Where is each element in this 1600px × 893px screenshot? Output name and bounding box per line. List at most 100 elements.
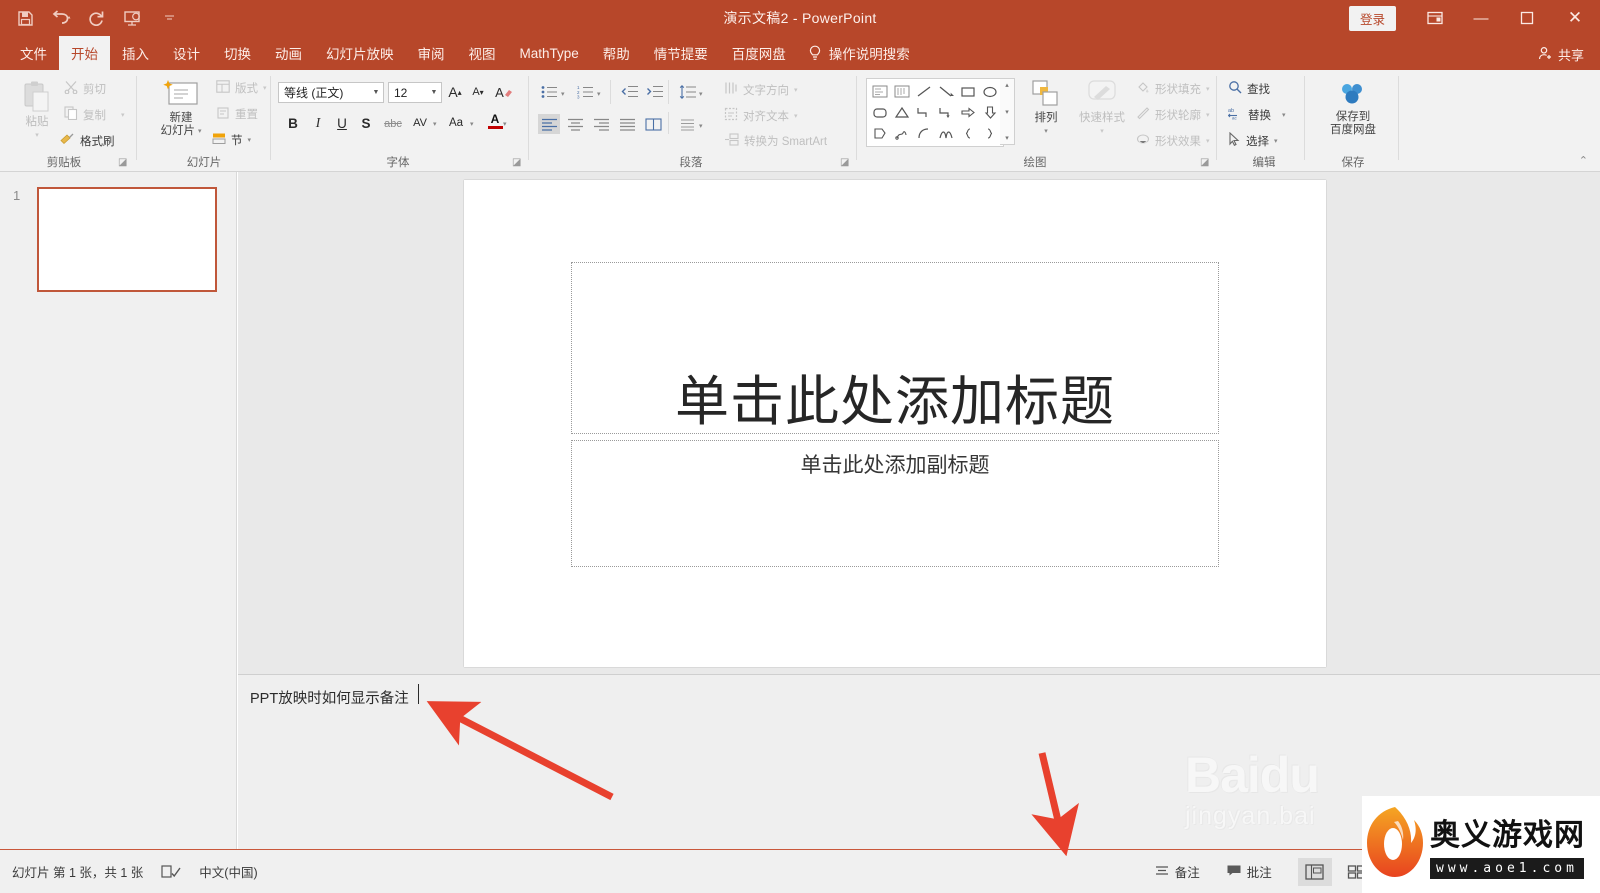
gallery-more-icon[interactable]: ▾ (1005, 134, 1009, 142)
minimize-button[interactable]: — (1458, 0, 1504, 36)
shape-line-icon[interactable] (913, 81, 935, 102)
character-spacing-chevron-down-icon[interactable]: ▾ (433, 120, 437, 128)
shape-fill-button[interactable]: 形状填充 ▾ (1136, 80, 1210, 97)
decrease-font-size-button[interactable]: A ▾ (467, 81, 489, 103)
gallery-scroll-down-icon[interactable]: ▾ (1005, 108, 1009, 116)
quick-styles-chevron-down-icon[interactable]: ▾ (1100, 125, 1104, 138)
change-case-button[interactable]: Aa (444, 112, 468, 134)
numbering-chevron-down-icon[interactable]: ▾ (597, 90, 601, 98)
shape-oval-icon[interactable] (979, 81, 1001, 102)
increase-indent-button[interactable] (643, 82, 665, 102)
select-chevron-down-icon[interactable]: ▾ (1274, 137, 1278, 145)
tab-insert[interactable]: 插入 (110, 36, 161, 70)
bullets-button[interactable] (538, 82, 560, 102)
normal-view-button[interactable] (1297, 857, 1332, 886)
shape-right-arrow-icon[interactable] (957, 102, 979, 123)
section-chevron-down-icon[interactable]: ▾ (248, 136, 252, 144)
clipboard-dialog-launcher[interactable]: ◪ (118, 157, 129, 168)
title-placeholder[interactable]: 单击此处添加标题 (571, 262, 1219, 434)
collapse-ribbon-icon[interactable]: ⌃ (1579, 154, 1588, 167)
sign-in-button[interactable]: 登录 (1348, 5, 1396, 31)
shape-elbow-connector-icon[interactable] (913, 102, 935, 123)
new-slide-chevron-down-icon[interactable]: ▾ (198, 125, 202, 138)
arrange-button[interactable]: 排列 ▾ (1022, 78, 1070, 138)
arrange-chevron-down-icon[interactable]: ▾ (1044, 125, 1048, 138)
italic-button[interactable]: I (307, 112, 329, 134)
clear-formatting-button[interactable]: A (493, 81, 515, 103)
shape-effects-chevron-down-icon[interactable]: ▾ (1206, 137, 1210, 145)
layout-button[interactable]: 版式 ▾ (216, 80, 267, 96)
shape-rectangle-icon[interactable] (957, 81, 979, 102)
font-size-chevron-down-icon[interactable]: ▼ (427, 89, 441, 96)
shapes-gallery-scrollbar[interactable]: ▴ ▾ ▾ (1000, 78, 1015, 145)
text-columns-button[interactable] (676, 114, 698, 134)
paste-button[interactable]: 粘贴 ▾ (14, 80, 60, 142)
shape-outline-chevron-down-icon[interactable]: ▾ (1206, 111, 1210, 119)
bold-button[interactable]: B (282, 112, 304, 134)
tab-view[interactable]: 视图 (457, 36, 508, 70)
text-shadow-button[interactable]: S (355, 112, 377, 134)
shape-down-arrow-icon[interactable] (979, 102, 1001, 123)
slide-canvas[interactable]: 单击此处添加标题 单击此处添加副标题 (464, 180, 1326, 667)
underline-button[interactable]: U (331, 112, 353, 134)
strikethrough-button[interactable]: abc (379, 113, 407, 135)
gallery-scroll-up-icon[interactable]: ▴ (1005, 81, 1009, 89)
spellcheck-icon[interactable] (161, 864, 181, 880)
align-right-button[interactable] (590, 114, 612, 134)
tab-mathtype[interactable]: MathType (508, 36, 591, 70)
shape-fill-chevron-down-icon[interactable]: ▾ (1206, 85, 1210, 93)
paste-chevron-down-icon[interactable]: ▾ (35, 129, 39, 142)
align-text-chevron-down-icon[interactable]: ▾ (794, 112, 798, 120)
shape-triangle-icon[interactable] (891, 102, 913, 123)
bullets-chevron-down-icon[interactable]: ▾ (561, 90, 565, 98)
text-direction-chevron-down-icon[interactable]: ▾ (794, 86, 798, 94)
align-text-button[interactable]: 对齐文本 ▾ (724, 107, 798, 124)
maximize-button[interactable] (1504, 0, 1550, 36)
font-size-input[interactable]: 12 ▼ (388, 82, 442, 103)
align-center-button[interactable] (564, 114, 586, 134)
font-color-chevron-down-icon[interactable]: ▾ (503, 120, 507, 128)
share-button[interactable]: 共享 (1538, 45, 1584, 64)
tab-slideshow[interactable]: 幻灯片放映 (314, 36, 406, 70)
align-left-button[interactable] (538, 114, 560, 134)
cut-button[interactable]: 剪切 (64, 80, 106, 97)
format-painter-button[interactable]: 格式刷 (60, 132, 115, 149)
shape-arc-icon[interactable] (913, 123, 935, 144)
tab-animations[interactable]: 动画 (263, 36, 314, 70)
layout-chevron-down-icon[interactable]: ▾ (263, 84, 267, 92)
tab-help[interactable]: 帮助 (591, 36, 642, 70)
shape-arrow-icon[interactable] (935, 81, 957, 102)
numbering-button[interactable]: 123 (574, 82, 596, 102)
character-spacing-button[interactable]: AV (408, 112, 432, 134)
quick-styles-button[interactable]: 快速样式 ▾ (1076, 78, 1128, 138)
justify-button[interactable] (616, 114, 638, 134)
reset-button[interactable]: 重置 (216, 106, 258, 122)
replace-chevron-down-icon[interactable]: ▾ (1282, 111, 1286, 119)
shape-right-brace-icon[interactable] (979, 123, 1001, 144)
replace-button[interactable]: ab ac 替换 ▾ (1227, 106, 1286, 123)
decrease-indent-button[interactable] (618, 82, 640, 102)
copy-chevron-down-icon[interactable]: ▾ (121, 111, 125, 119)
language-label[interactable]: 中文(中国) (199, 862, 257, 881)
convert-to-smartart-button[interactable]: 转换为 SmartArt (724, 133, 827, 149)
font-name-chevron-down-icon[interactable]: ▼ (369, 89, 383, 96)
subtitle-placeholder[interactable]: 单击此处添加副标题 (571, 440, 1219, 567)
shape-curve-icon[interactable] (935, 123, 957, 144)
shape-freeform-icon[interactable] (891, 123, 913, 144)
paragraph-dialog-launcher[interactable]: ◪ (840, 157, 851, 168)
columns-button[interactable] (642, 114, 664, 134)
section-button[interactable]: 节 ▾ (212, 132, 251, 148)
save-to-baidu-netdisk-button[interactable]: 保存到 百度网盘 (1322, 80, 1384, 137)
shape-outline-button[interactable]: 形状轮廓 ▾ (1136, 106, 1210, 123)
notes-text[interactable]: PPT放映时如何显示备注 (250, 687, 409, 708)
line-spacing-chevron-down-icon[interactable]: ▾ (699, 90, 703, 98)
shape-rounded-rect-icon[interactable] (869, 102, 891, 123)
slide-thumbnail-1[interactable] (37, 187, 217, 292)
tell-me-search[interactable]: 操作说明搜索 (798, 36, 922, 70)
shape-textbox-icon[interactable] (869, 81, 891, 102)
tab-baidu-netdisk[interactable]: 百度网盘 (720, 36, 798, 70)
find-button[interactable]: 查找 (1228, 80, 1270, 97)
drawing-dialog-launcher[interactable]: ◪ (1200, 157, 1211, 168)
close-button[interactable]: ✕ (1550, 0, 1600, 36)
shape-elbow-arrow-icon[interactable] (935, 102, 957, 123)
